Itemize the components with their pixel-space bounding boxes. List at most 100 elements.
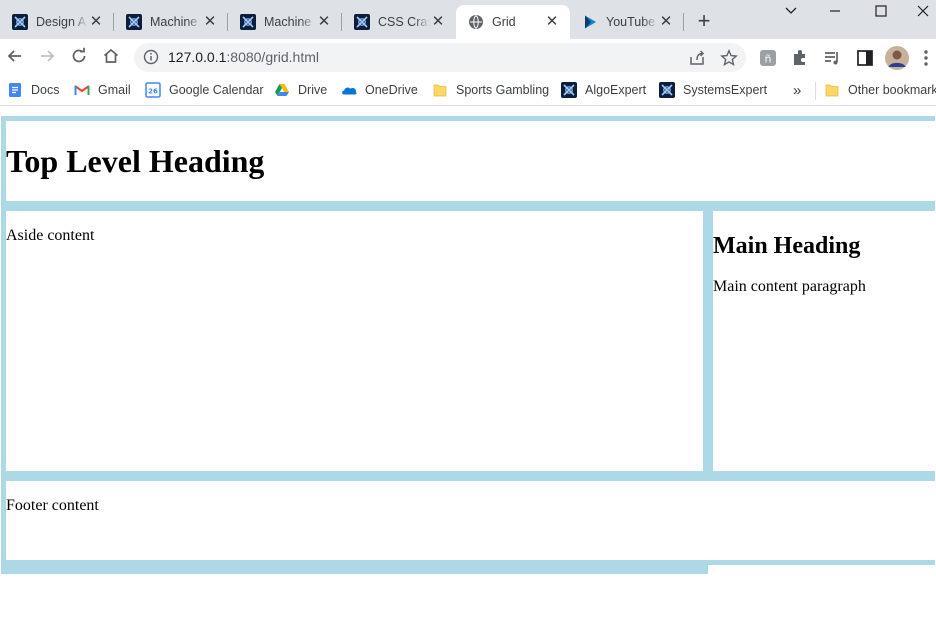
- tab-machine-2[interactable]: Machine ✕: [228, 5, 342, 39]
- other-bookmarks[interactable]: Other bookmarks: [824, 81, 936, 99]
- new-tab-button[interactable]: +: [694, 10, 714, 32]
- bookmarks-bar: Docs Gmail 26 Google Calendar Drive OneD…: [0, 76, 936, 106]
- bookmark-label: Other bookmarks: [848, 83, 936, 97]
- bookmark-gmail[interactable]: Gmail: [74, 81, 131, 99]
- minimize-button[interactable]: [820, 3, 850, 21]
- tab-title: Grid: [492, 15, 516, 29]
- bookmark-label: OneDrive: [365, 83, 418, 97]
- bookmark-label: Docs: [31, 83, 60, 97]
- puzzle-icon[interactable]: [790, 48, 810, 68]
- url-text[interactable]: 127.0.0.1:8080/grid.html: [168, 49, 319, 66]
- close-icon[interactable]: ✕: [316, 14, 332, 30]
- chevron-double-right-icon: »: [793, 81, 802, 99]
- home-button[interactable]: [100, 47, 122, 69]
- chevron-down-icon: [785, 7, 797, 14]
- arrow-left-icon: [7, 50, 21, 62]
- more-bookmarks-button[interactable]: »: [793, 81, 801, 99]
- forward-button[interactable]: [36, 47, 58, 69]
- tab-title: Machine: [150, 15, 198, 29]
- tab-title: Design A: [36, 15, 87, 29]
- more-vert-icon[interactable]: [918, 48, 934, 68]
- calendar-day: 26: [148, 88, 158, 96]
- bookmark-sports-gambling[interactable]: Sports Gambling: [432, 81, 549, 99]
- close-window-button[interactable]: [908, 3, 936, 21]
- url-host: 127.0.0.1: [168, 49, 227, 65]
- grid-container: Top Level Heading Aside content Main Hea…: [1, 116, 935, 574]
- drive-icon: [275, 84, 289, 96]
- bookmark-drive[interactable]: Drive: [274, 81, 327, 99]
- bookmark-label: Google Calendar: [169, 83, 264, 97]
- maximize-icon: [875, 5, 887, 17]
- address-bar[interactable]: 127.0.0.1:8080/grid.html: [134, 43, 746, 72]
- tab-design[interactable]: Design A ✕: [0, 5, 114, 39]
- back-button[interactable]: [4, 47, 26, 69]
- bookmark-label: Sports Gambling: [456, 83, 550, 97]
- tab-search-button[interactable]: [776, 3, 806, 21]
- tab-title: CSS Crash: [378, 15, 430, 29]
- algoexpert-icon: [659, 82, 675, 98]
- page-background: [708, 565, 936, 579]
- docs-icon: [9, 83, 21, 97]
- algoexpert-icon: [126, 14, 142, 30]
- close-icon[interactable]: ✕: [658, 14, 674, 30]
- footer-text: Footer content: [6, 497, 99, 514]
- close-icon[interactable]: ✕: [88, 14, 104, 30]
- tab-title: Machine: [264, 15, 312, 29]
- close-icon: [917, 5, 929, 17]
- page-header: Top Level Heading: [6, 121, 935, 201]
- close-icon[interactable]: ✕: [544, 14, 560, 30]
- side-panel-icon[interactable]: [855, 48, 875, 68]
- calendar-icon: 26: [145, 82, 161, 98]
- algoexpert-icon: [12, 14, 28, 30]
- bookmark-google-calendar[interactable]: 26 Google Calendar: [145, 81, 264, 99]
- home-icon: [103, 48, 119, 63]
- algoexpert-icon: [561, 82, 577, 98]
- share-icon[interactable]: [688, 49, 706, 67]
- media-control-icon[interactable]: [822, 48, 842, 68]
- bookmark-onedrive[interactable]: OneDrive: [341, 81, 418, 99]
- tab-youtube[interactable]: YouTube ✕: [570, 5, 684, 39]
- arrow-right-icon: [41, 50, 55, 62]
- footer-section: Footer content: [6, 481, 935, 560]
- onedrive-icon: [342, 87, 357, 95]
- main-section: Main Heading Main content paragraph: [713, 211, 935, 471]
- bookmark-label: AlgoExpert: [585, 83, 647, 97]
- bookmark-label: Drive: [298, 83, 328, 97]
- tab-strip: Design A ✕ Machine ✕ Machine ✕ CSS Crash…: [0, 0, 936, 39]
- reload-icon: [72, 47, 86, 63]
- bookmark-algoexpert[interactable]: AlgoExpert: [561, 81, 646, 99]
- play-icon: [585, 15, 596, 29]
- extension-icon[interactable]: ñ: [758, 48, 778, 68]
- main-heading: Main Heading: [713, 233, 861, 259]
- gmail-icon: [74, 85, 90, 95]
- bookmark-systemsexpert[interactable]: SystemsExpert: [659, 81, 767, 99]
- page-title: Top Level Heading: [6, 143, 265, 179]
- tab-title: YouTube: [606, 15, 656, 29]
- bookmark-label: Gmail: [98, 83, 131, 97]
- folder-icon: [433, 84, 447, 97]
- bookmark-label: SystemsExpert: [683, 83, 768, 97]
- url-path: :8080/grid.html: [226, 49, 319, 65]
- star-icon[interactable]: [720, 49, 738, 67]
- aside-text: Aside content: [6, 227, 95, 244]
- toolbar: 127.0.0.1:8080/grid.html ñ: [0, 39, 936, 76]
- svg-text:ñ: ñ: [765, 53, 772, 66]
- tab-grid[interactable]: Grid ✕: [456, 5, 570, 39]
- folder-icon: [825, 84, 839, 97]
- avatar[interactable]: [885, 46, 909, 70]
- bookmark-docs[interactable]: Docs: [7, 81, 59, 99]
- info-icon[interactable]: [143, 49, 159, 65]
- bookmarks-divider: [815, 82, 816, 100]
- tab-css-crash[interactable]: CSS Crash ✕: [342, 5, 456, 39]
- reload-button[interactable]: [68, 47, 90, 69]
- algoexpert-icon: [354, 14, 370, 30]
- close-icon[interactable]: ✕: [202, 14, 218, 30]
- main-paragraph: Main content paragraph: [713, 278, 866, 295]
- maximize-button[interactable]: [866, 3, 896, 21]
- tab-machine-1[interactable]: Machine ✕: [114, 5, 228, 39]
- tab-separator: [683, 13, 684, 31]
- page-viewport: Top Level Heading Aside content Main Hea…: [0, 106, 936, 632]
- minimize-icon: [830, 10, 840, 12]
- aside-section: Aside content: [6, 211, 703, 471]
- close-icon[interactable]: ✕: [430, 14, 446, 30]
